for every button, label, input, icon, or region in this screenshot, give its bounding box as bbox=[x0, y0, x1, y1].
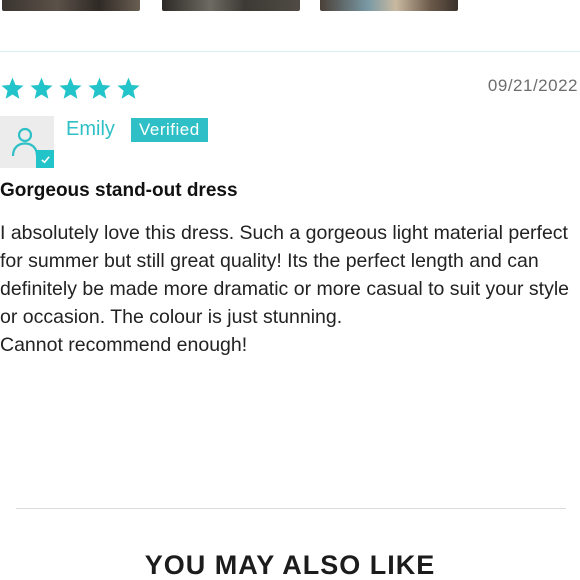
review-photo-thumbnail[interactable] bbox=[162, 0, 300, 11]
review-body-text: I absolutely love this dress. Such a gor… bbox=[0, 222, 569, 328]
star-icon bbox=[58, 76, 83, 101]
star-icon bbox=[0, 76, 25, 101]
reviewer-name: Emily bbox=[66, 118, 115, 140]
review-photo-thumbnail[interactable] bbox=[2, 0, 140, 11]
verified-badge: Verified bbox=[131, 118, 208, 142]
avatar bbox=[0, 116, 54, 168]
star-icon bbox=[29, 76, 54, 101]
star-rating bbox=[0, 76, 141, 102]
star-icon bbox=[87, 76, 112, 101]
product-review-page: 09/21/2022 Emily Verified Gorgeous stand… bbox=[0, 0, 580, 580]
review-body: I absolutely love this dress. Such a gor… bbox=[0, 219, 578, 359]
star-icon bbox=[116, 76, 141, 101]
review-photo-thumbnail[interactable] bbox=[320, 0, 458, 11]
divider bbox=[0, 51, 580, 52]
recommendations-heading: YOU MAY ALSO LIKE bbox=[144, 550, 436, 580]
review-date: 09/21/2022 bbox=[487, 76, 578, 95]
review-photo-strip bbox=[0, 0, 580, 12]
check-icon bbox=[36, 150, 54, 168]
review-title: Gorgeous stand-out dress bbox=[0, 180, 238, 201]
review-body-text: Cannot recommend enough! bbox=[0, 334, 248, 356]
divider bbox=[16, 508, 566, 509]
